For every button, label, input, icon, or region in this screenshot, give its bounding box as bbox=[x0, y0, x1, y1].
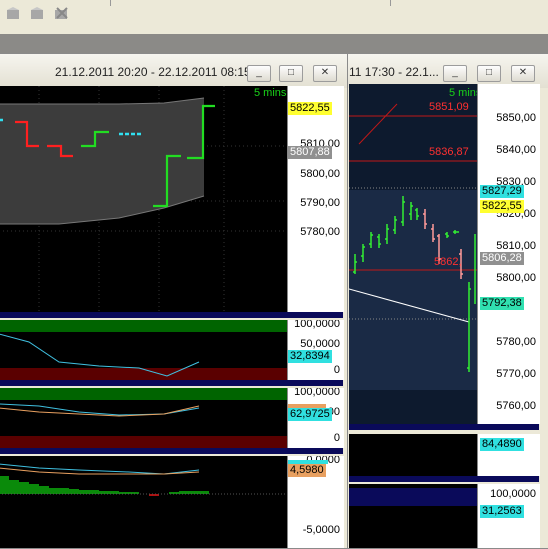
left-chart-window[interactable]: 21.12.2011 20:20 - 22.12.2011 08:15 _ □ … bbox=[0, 53, 348, 549]
zoom-in-icon[interactable] bbox=[28, 5, 48, 23]
price-tick: 5840,00 bbox=[496, 144, 536, 156]
level-label: 5862, bbox=[434, 256, 462, 268]
price-tag-low: 5792,38 bbox=[480, 297, 524, 310]
right-osc2-axis[interactable]: 100,0000 31,2563 bbox=[477, 484, 540, 548]
osc-value-tag: 32,8394 bbox=[288, 350, 332, 363]
pane-separator[interactable] bbox=[349, 424, 539, 430]
right-window-titlebar[interactable]: 11 17:30 - 22.1... _ □ ✕ bbox=[339, 54, 548, 88]
left-osc1-axis[interactable]: 100,0000 50,0000 32,8394 0 bbox=[287, 320, 344, 380]
pane-separator[interactable] bbox=[0, 312, 343, 318]
restore-button[interactable]: □ bbox=[279, 65, 303, 82]
price-tick: 5800,00 bbox=[496, 272, 536, 284]
price-tick: 5770,00 bbox=[496, 368, 536, 380]
osc-value-tag: 62,9725 bbox=[288, 408, 332, 421]
last-price-tag: 5822,55 bbox=[288, 102, 332, 115]
left-macd-axis[interactable]: 0,0000 4,5980 -5,0000 bbox=[287, 456, 344, 548]
right-oscillator-pane-1[interactable] bbox=[349, 434, 477, 476]
osc-tick: 100,0000 bbox=[294, 320, 340, 330]
price-tick: 5780,00 bbox=[300, 226, 340, 238]
osc-tick: 100,0000 bbox=[490, 488, 536, 500]
macd-value-tag: 4,5980 bbox=[288, 464, 326, 477]
osc-tick: 50,0000 bbox=[300, 338, 340, 350]
price-tag-high: 5827,29 bbox=[480, 185, 524, 198]
zoom-out-icon[interactable] bbox=[4, 5, 24, 23]
level-label: 5836,87 bbox=[429, 146, 469, 158]
osc-tick: 0 bbox=[333, 364, 340, 376]
right-window-title: 11 17:30 - 22.1... bbox=[349, 65, 439, 79]
osc-value-tag: 84,4890 bbox=[480, 438, 524, 451]
ref-price-tag: 5806,28 bbox=[480, 252, 524, 265]
left-price-plot bbox=[0, 86, 287, 312]
toolbar bbox=[0, 0, 548, 35]
left-macd-pane[interactable] bbox=[0, 456, 287, 548]
minimize-button[interactable]: _ bbox=[443, 65, 467, 82]
left-price-pane[interactable]: 5 mins bbox=[0, 86, 287, 312]
left-osc2-axis[interactable]: 100,0000 50,0000 62,9725 0 bbox=[287, 388, 344, 448]
last-price-tag: 5822,55 bbox=[480, 200, 524, 213]
minimize-button[interactable]: _ bbox=[247, 65, 271, 82]
macd-plot bbox=[0, 463, 287, 496]
osc-value-tag: 31,2563 bbox=[480, 505, 524, 518]
left-price-axis[interactable]: 5822,55 5810,00 5807,88 5800,00 5790,00 … bbox=[287, 86, 344, 312]
price-tick: 5760,00 bbox=[496, 400, 536, 412]
toolbar-divider bbox=[110, 0, 111, 6]
macd-tick: -5,0000 bbox=[302, 524, 340, 536]
left-oscillator-pane-1[interactable] bbox=[0, 320, 287, 380]
toolbar-divider bbox=[390, 0, 391, 6]
osc2-plot bbox=[0, 403, 200, 417]
zoom-reset-icon[interactable] bbox=[52, 5, 72, 23]
right-price-plot bbox=[349, 103, 477, 372]
ref-price-tag: 5807,88 bbox=[288, 146, 332, 159]
pane-separator[interactable] bbox=[0, 448, 343, 454]
price-tick: 5790,00 bbox=[300, 197, 340, 209]
pane-separator[interactable] bbox=[0, 380, 343, 386]
right-price-pane[interactable]: 5 mins bbox=[349, 84, 477, 424]
osc-tick: 0 bbox=[333, 432, 340, 444]
osc-tick: 100,0000 bbox=[294, 388, 340, 398]
left-window-title: 21.12.2011 20:20 - 22.12.2011 08:15 bbox=[55, 65, 251, 79]
right-price-axis[interactable]: 5850,00 5840,00 5830,00 5820,00 5810,00 … bbox=[477, 84, 540, 424]
price-tick: 5850,00 bbox=[496, 112, 536, 124]
close-button[interactable]: ✕ bbox=[313, 65, 337, 82]
osc1-plot bbox=[0, 333, 200, 377]
right-oscillator-pane-2[interactable] bbox=[349, 484, 477, 548]
price-tick: 5810,00 bbox=[496, 240, 536, 252]
level-label: 5851,09 bbox=[429, 101, 469, 113]
pane-separator[interactable] bbox=[349, 476, 539, 482]
restore-button[interactable]: □ bbox=[477, 65, 501, 82]
close-button[interactable]: ✕ bbox=[511, 65, 535, 82]
price-tick: 5780,00 bbox=[496, 336, 536, 348]
left-oscillator-pane-2[interactable] bbox=[0, 388, 287, 448]
right-osc1-axis[interactable]: 84,4890 bbox=[477, 434, 540, 476]
right-chart-window[interactable]: 11 17:30 - 22.1... _ □ ✕ 5 mins bbox=[338, 53, 548, 549]
left-window-titlebar[interactable]: 21.12.2011 20:20 - 22.12.2011 08:15 _ □ … bbox=[0, 54, 347, 88]
price-tick: 5800,00 bbox=[300, 168, 340, 180]
